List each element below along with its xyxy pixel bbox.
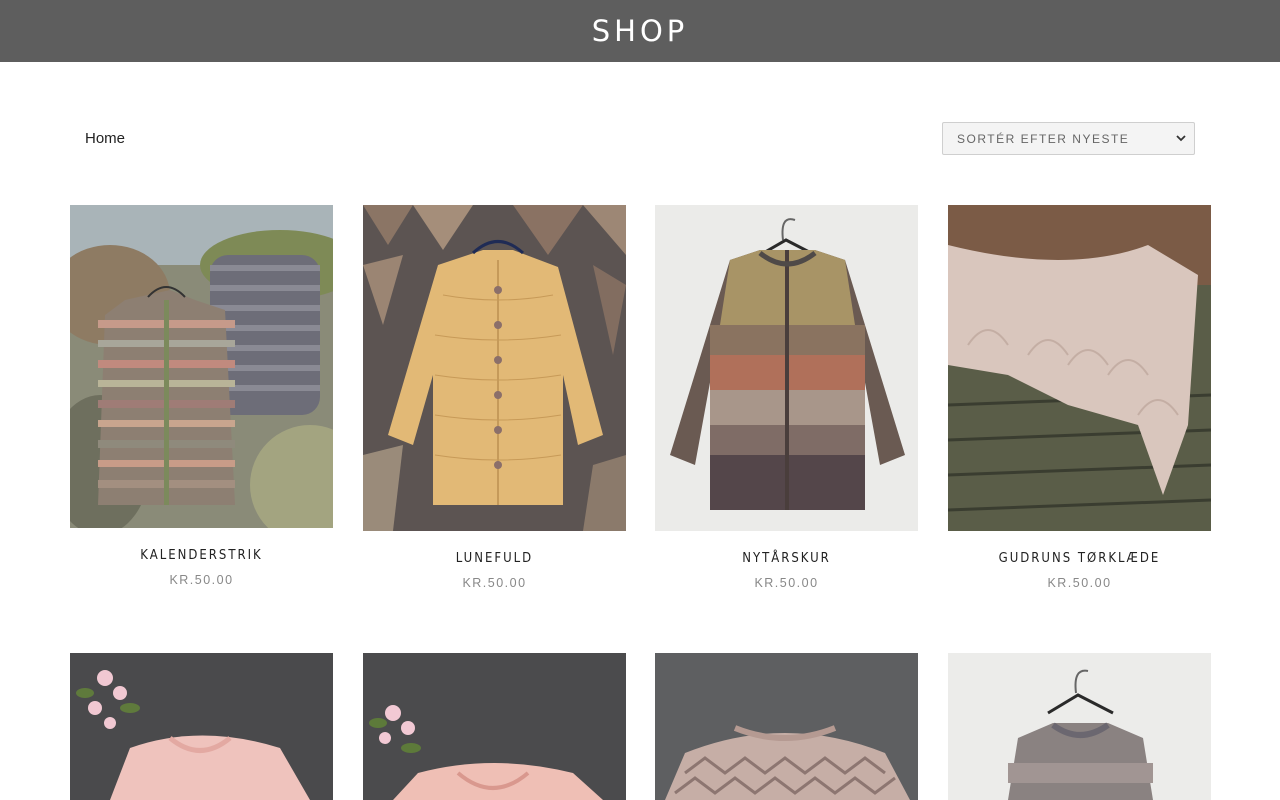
product-price: KR.50.00 [169, 573, 234, 587]
product-card[interactable] [363, 653, 626, 800]
product-price: KR.50.00 [1047, 576, 1112, 590]
sort-select[interactable]: SORTÉR EFTER NYESTE [942, 122, 1195, 155]
product-card[interactable] [655, 653, 918, 800]
page-title: SHOP [591, 14, 689, 48]
product-card[interactable]: LUNEFULD KR.50.00 [363, 205, 626, 590]
product-image[interactable] [948, 205, 1211, 531]
product-name[interactable]: LUNEFULD [363, 551, 626, 566]
product-name[interactable]: GUDRUNS TØRKLÆDE [948, 551, 1211, 566]
product-name[interactable]: KALENDERSTRIK [70, 548, 333, 563]
product-image[interactable] [948, 653, 1211, 800]
product-image[interactable] [70, 653, 333, 800]
product-image[interactable] [655, 653, 918, 800]
product-image[interactable] [363, 205, 626, 531]
product-card[interactable]: KALENDERSTRIK KR.50.00 [70, 205, 333, 587]
product-image[interactable] [363, 653, 626, 800]
chevron-down-icon [1176, 135, 1186, 142]
product-price: KR.50.00 [754, 576, 819, 590]
product-card[interactable]: NYTÅRSKUR KR.50.00 [655, 205, 918, 590]
product-card[interactable]: GUDRUNS TØRKLÆDE KR.50.00 [948, 205, 1211, 590]
product-card[interactable] [948, 653, 1211, 800]
site-header: SHOP [0, 0, 1280, 62]
product-name[interactable]: NYTÅRSKUR [655, 551, 918, 566]
product-card[interactable] [70, 653, 333, 800]
product-price: KR.50.00 [462, 576, 527, 590]
breadcrumb-home-link[interactable]: Home [85, 130, 125, 147]
product-image[interactable] [70, 205, 333, 528]
product-image[interactable] [655, 205, 918, 531]
sort-selected-value: SORTÉR EFTER NYESTE [957, 131, 1130, 146]
